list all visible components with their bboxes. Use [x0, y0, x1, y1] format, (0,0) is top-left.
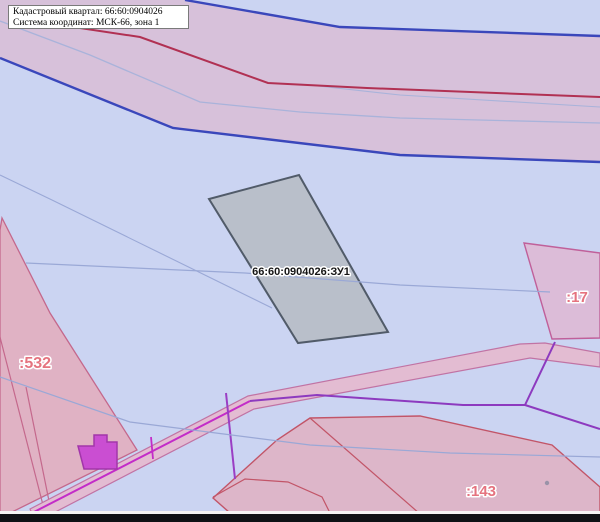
map-canvas[interactable]: 66:60:0904026:ЗУ1 :532 :17 :143	[0, 0, 600, 522]
parcel-532-label: :532	[19, 355, 51, 372]
parcel-143-label: :143	[466, 483, 496, 500]
cadastral-quarter-text: Кадастровый квартал: 66:60:0904026	[13, 7, 163, 17]
survey-point-dot	[544, 480, 550, 486]
selected-parcel-label: 66:60:0904026:ЗУ1	[252, 266, 350, 278]
cadastral-info-box: Кадастровый квартал: 66:60:0904026 Систе…	[8, 5, 189, 29]
bottom-strip	[0, 514, 600, 522]
bottom-divider-line	[0, 511, 600, 514]
cadastral-map-screen: 66:60:0904026:ЗУ1 :532 :17 :143 Кадастро…	[0, 0, 600, 522]
coordinate-system-text: Система координат: МСК-66, зона 1	[13, 18, 160, 28]
parcel-17-label: :17	[566, 289, 588, 306]
